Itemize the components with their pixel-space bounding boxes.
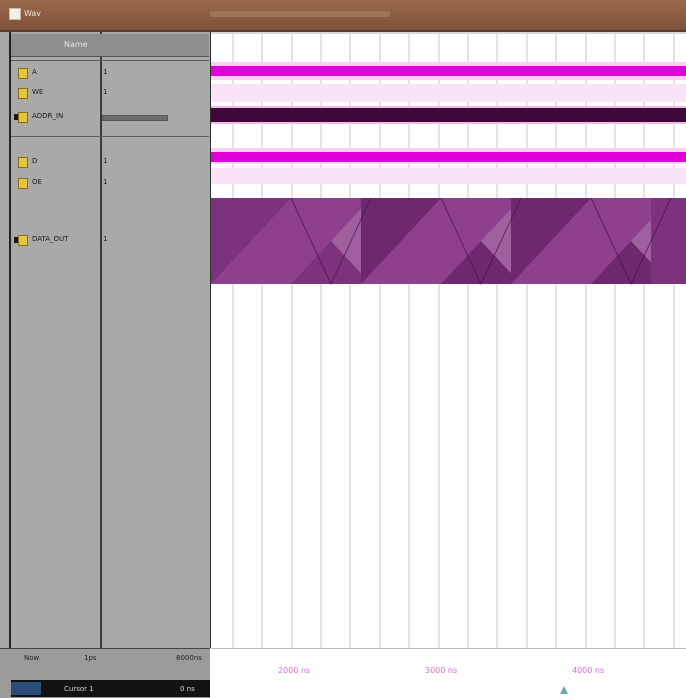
signal-name: ADDR_IN [32,112,64,120]
window-titlebar: Wav [0,0,686,32]
signal-name: D [32,157,38,165]
time-tick-label: 2000 ns [278,666,311,675]
cursor-marker[interactable] [560,686,568,694]
window-icon [9,8,21,20]
wave-data-out-segments [211,198,686,284]
waveform-canvas[interactable] [211,32,686,648]
signal-value: 1 [103,157,108,165]
wave-we [211,84,686,102]
bus-icon [18,235,28,246]
signal-row-a[interactable] [11,64,209,78]
wave-oe [211,168,686,184]
signal-name: A [32,68,37,76]
now-label: Now [24,654,40,662]
bus-icon [18,112,28,123]
header-strip [211,32,686,34]
signal-value: 1 [103,68,108,76]
name-column-header[interactable] [11,34,209,57]
signal-icon [18,178,28,189]
now-value: 1ps [84,654,97,662]
cursor-time: 0 ns [180,685,195,693]
signal-name: DATA_OUT [32,235,69,243]
signal-name: OE [32,178,42,186]
bus-value-bar [102,115,168,121]
cursor-label: Cursor 1 [64,685,94,693]
sim-time: 8000ns [176,654,202,662]
signal-name: WE [32,88,44,96]
titlebar-stripe [210,11,390,17]
name-column-label: Name [64,40,88,49]
wave-a [211,66,686,76]
wave-addr-in [211,108,686,122]
cursor-icon[interactable] [11,682,41,695]
signal-value: 1 [103,178,108,186]
value-column-divider[interactable] [100,32,102,648]
signal-icon [18,68,28,79]
signal-value: 1 [103,235,108,243]
signal-panel [0,32,211,648]
signal-panel-border [9,32,11,648]
signal-icon [18,88,28,99]
window-title: Wav [24,9,42,18]
group-separator [11,60,209,61]
signal-value: 1 [103,88,108,96]
group-separator [11,136,209,137]
time-grid [232,32,675,648]
time-tick-label: 4000 ns [572,666,605,675]
time-tick-label: 3000 ns [425,666,458,675]
wave-d [211,152,686,162]
signal-icon [18,157,28,168]
signal-row-d[interactable] [11,154,209,168]
